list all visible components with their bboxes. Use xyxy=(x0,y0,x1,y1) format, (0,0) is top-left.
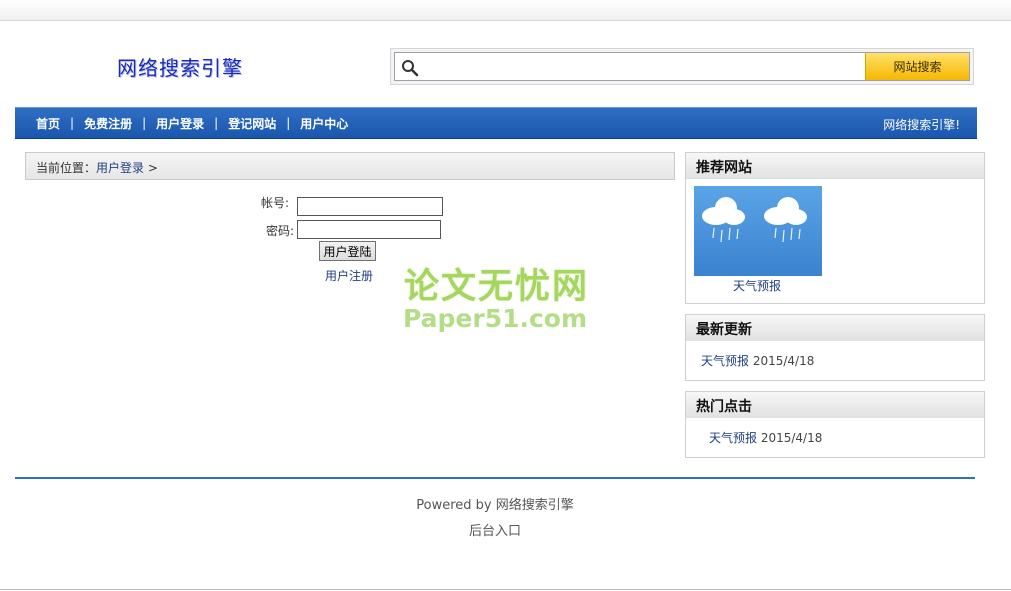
latest-title: 最新更新 xyxy=(686,315,984,341)
breadcrumb-current-link[interactable]: 用户登录 xyxy=(96,161,144,175)
breadcrumb: 当前位置：用户登录 > xyxy=(25,152,675,180)
watermark-logo: 论文无忧网 Paper51.com xyxy=(403,258,609,338)
account-label: 帐号: xyxy=(261,196,290,210)
hot-item-date: 2015/4/18 xyxy=(760,431,823,445)
account-input[interactable] xyxy=(297,197,443,216)
recommend-panel: 推荐网站 天气预报 xyxy=(685,152,985,304)
nav-item-login[interactable]: 用户登录 xyxy=(156,115,204,132)
hot-title: 热门点击 xyxy=(686,392,984,418)
footer-divider xyxy=(15,477,975,479)
nav-separator: | xyxy=(70,116,75,130)
password-label: 密码: xyxy=(266,224,295,238)
search-icon xyxy=(402,60,419,77)
bottom-border xyxy=(0,589,1011,590)
login-button[interactable]: 用户登陆 xyxy=(319,241,376,261)
nav-item-user-center[interactable]: 用户中心 xyxy=(300,115,348,132)
search-field-frame: 网站搜索 xyxy=(394,52,970,81)
password-input[interactable] xyxy=(297,220,441,239)
breadcrumb-prefix: 当前位置： xyxy=(36,161,97,175)
hot-panel: 热门点击 天气预报 2015/4/18 xyxy=(685,391,985,458)
recommend-item-link[interactable]: 天气预报 xyxy=(733,277,781,294)
register-link[interactable]: 用户注册 xyxy=(325,267,373,284)
nav-site-slogan: 网络搜索引擎! xyxy=(883,118,960,132)
main-nav: 首页 | 免费注册 | 用户登录 | 登记网站 | 用户中心 网络搜索引擎! xyxy=(15,107,977,139)
breadcrumb-suffix: > xyxy=(144,161,158,175)
latest-panel: 最新更新 天气预报 2015/4/18 xyxy=(685,314,985,381)
site-search-button[interactable]: 网站搜索 xyxy=(865,53,969,80)
latest-item-date: 2015/4/18 xyxy=(752,354,815,368)
watermark-text-en: Paper51.com xyxy=(403,304,588,333)
nav-item-home[interactable]: 首页 xyxy=(36,115,60,132)
nav-item-register[interactable]: 免费注册 xyxy=(84,115,132,132)
browser-top-strip xyxy=(0,0,1011,21)
list-item: 天气预报 2015/4/18 xyxy=(709,429,984,446)
nav-item-submit-site[interactable]: 登记网站 xyxy=(228,115,276,132)
watermark-text-cn: 论文无忧网 xyxy=(404,267,590,307)
admin-entry-link[interactable]: 后台入口 xyxy=(0,520,990,539)
nav-separator: | xyxy=(142,116,147,130)
latest-item-link[interactable]: 天气预报 xyxy=(701,354,749,368)
search-input[interactable] xyxy=(423,53,868,80)
footer-powered-by: Powered by 网络搜索引擎 xyxy=(416,498,574,513)
site-logo[interactable]: 网络搜索引擎 xyxy=(117,52,243,81)
weather-thumbnail-image[interactable] xyxy=(694,186,822,276)
list-item: 天气预报 2015/4/18 xyxy=(701,352,984,369)
search-bar: 网站搜索 xyxy=(390,48,974,85)
recommend-title: 推荐网站 xyxy=(686,153,984,179)
hot-item-link[interactable]: 天气预报 xyxy=(709,431,757,445)
nav-separator: | xyxy=(214,116,219,130)
nav-separator: | xyxy=(286,116,291,130)
